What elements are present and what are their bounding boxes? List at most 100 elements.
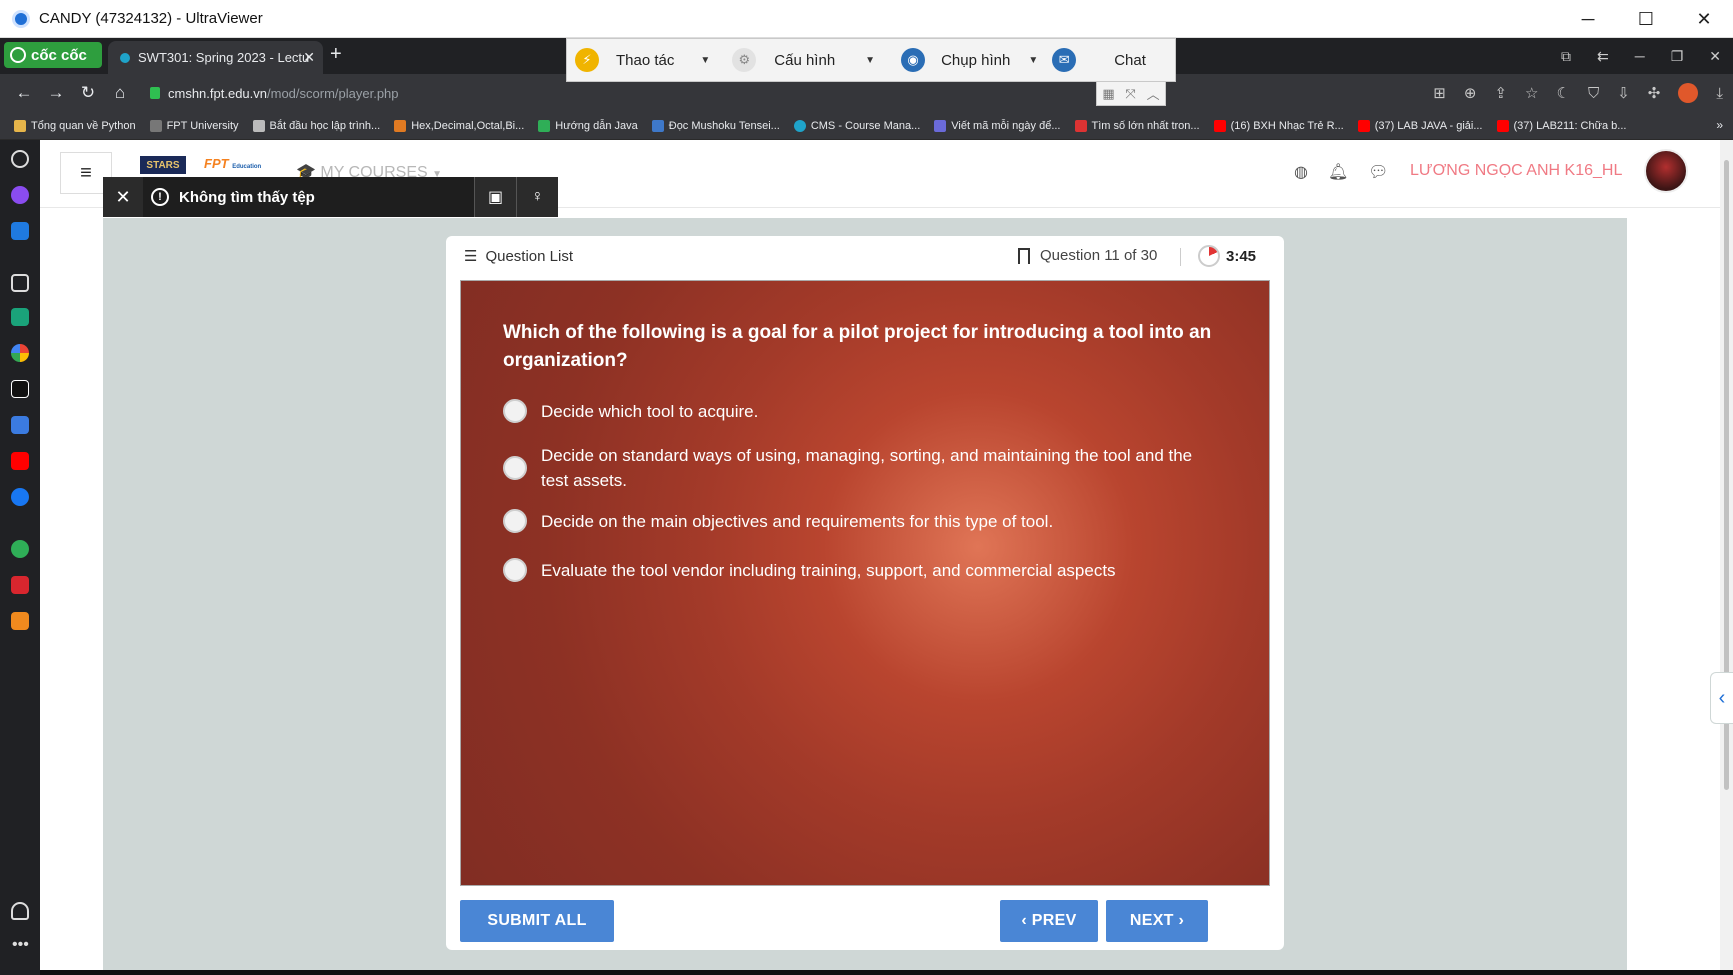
- uv-settings-menu[interactable]: ⚙ Cấu hình ▼: [732, 38, 875, 82]
- lightning-icon: ⚡: [575, 48, 599, 72]
- bookmark-item[interactable]: Tổng quan về Python: [14, 119, 136, 132]
- bookmark-label: Đọc Mushoku Tensei...: [668, 119, 780, 132]
- bell-icon[interactable]: [11, 902, 29, 920]
- lms-page: ≡ STARS FPT Education 🎓 MY COURSES ▼ ◍ 🔔…: [40, 140, 1720, 970]
- extensions-icon[interactable]: ✣: [1648, 84, 1661, 102]
- answer-option[interactable]: Evaluate the tool vendor including train…: [503, 558, 1223, 583]
- user-name[interactable]: LƯƠNG NGỌC ANH K16_HL: [1410, 162, 1622, 180]
- tab-close-icon[interactable]: ✕: [303, 49, 315, 66]
- uv-actions-menu[interactable]: ⚡ Thao tác ▼: [575, 38, 710, 82]
- answer-option[interactable]: Decide on the main objectives and requir…: [503, 509, 1223, 534]
- tiktok-icon[interactable]: [11, 380, 29, 398]
- share-icon[interactable]: ⇪: [1494, 84, 1507, 102]
- minimize-icon[interactable]: ─: [1559, 0, 1617, 38]
- uv-screenshot-menu[interactable]: ◉ Chụp hình ▼: [901, 38, 1038, 82]
- back-icon[interactable]: ←: [8, 83, 40, 103]
- bookmark-favicon: [793, 119, 806, 132]
- answer-option[interactable]: Decide on standard ways of using, managi…: [503, 443, 1223, 493]
- collapse-icon[interactable]: ︿: [1147, 84, 1160, 103]
- answer-radio[interactable]: [503, 558, 527, 582]
- add-panel-icon[interactable]: [11, 274, 29, 292]
- answer-radio[interactable]: [503, 456, 527, 480]
- answer-option[interactable]: Decide which tool to acquire.: [503, 399, 1223, 424]
- next-button[interactable]: NEXT ›: [1106, 900, 1208, 942]
- answer-radio[interactable]: [503, 509, 527, 533]
- side-panel-toggle[interactable]: ‹: [1710, 672, 1733, 724]
- bookmark-item[interactable]: Hex,Decimal,Octal,Bi...: [394, 119, 524, 132]
- maximize-icon[interactable]: ☐: [1617, 0, 1675, 38]
- chatgpt-icon[interactable]: [11, 308, 29, 326]
- bookmark-favicon: [651, 119, 664, 132]
- lightbulb-icon[interactable]: ♀: [516, 177, 558, 217]
- google-icon[interactable]: [11, 344, 29, 362]
- address-bar[interactable]: cmshn.fpt.edu.vn /mod/scorm/player.php: [150, 80, 1370, 106]
- coccoc-icon: [10, 47, 26, 63]
- bookmark-item[interactable]: Tìm số lớn nhất tron...: [1074, 119, 1200, 132]
- browser-restore-icon[interactable]: ❐: [1671, 48, 1684, 65]
- close-icon[interactable]: ✕: [1675, 0, 1733, 38]
- moon-icon[interactable]: ☾: [1556, 84, 1569, 102]
- bookmark-item[interactable]: FPT University: [149, 119, 239, 132]
- uv-actions-label: Thao tác: [616, 51, 675, 69]
- search-tabs-icon[interactable]: ⧉: [1561, 48, 1571, 65]
- reload-icon[interactable]: ↻: [72, 83, 104, 103]
- bookmark-item[interactable]: Bắt đầu học lập trình...: [252, 119, 380, 132]
- uv-chat-button[interactable]: ✉ Chat: [1052, 38, 1146, 82]
- star-icon[interactable]: ☆: [1525, 84, 1538, 102]
- profile-avatar[interactable]: [1678, 83, 1699, 103]
- coccoc-logo-button[interactable]: cốc cốc: [4, 42, 102, 68]
- fpt-logo-text: FPT: [204, 156, 229, 171]
- toast-actions: ▣ ♀: [474, 177, 558, 217]
- picture-in-picture-icon[interactable]: ▣: [474, 177, 516, 217]
- home-icon[interactable]: ⌂: [104, 83, 136, 103]
- bookmarks-overflow-icon[interactable]: »: [1716, 118, 1723, 132]
- shopping-icon[interactable]: [11, 612, 29, 630]
- bookmark-label: Tổng quan về Python: [31, 119, 136, 132]
- youtube-sidebar-icon[interactable]: [11, 452, 29, 470]
- user-avatar[interactable]: [1644, 149, 1688, 193]
- bookmark-item[interactable]: Đọc Mushoku Tensei...: [651, 119, 780, 132]
- bookmark-item[interactable]: CMS - Course Mana...: [793, 119, 920, 132]
- notification-bell-icon[interactable]: 🔔︎: [1328, 162, 1348, 182]
- submit-all-button[interactable]: SUBMIT ALL: [460, 900, 614, 942]
- translate-sidebar-icon[interactable]: [11, 416, 29, 434]
- history-icon[interactable]: [11, 150, 29, 168]
- bookmark-item[interactable]: (16) BXH Nhạc Trẻ R...: [1213, 119, 1344, 132]
- fpt-education-logo: FPT Education: [204, 156, 261, 171]
- globe-icon[interactable]: ◍: [1294, 162, 1308, 182]
- back-arrows-icon[interactable]: ⇇: [1597, 48, 1609, 65]
- browser-minimize-icon[interactable]: ─: [1635, 48, 1645, 64]
- zoom-icon[interactable]: ⊕: [1464, 84, 1477, 102]
- messenger-icon[interactable]: [11, 186, 29, 204]
- zalo-icon[interactable]: [11, 222, 29, 240]
- browser-close-icon[interactable]: ✕: [1709, 48, 1721, 65]
- prev-button[interactable]: ‹ PREV: [1000, 900, 1098, 942]
- new-tab-icon[interactable]: +: [330, 43, 342, 66]
- downloads-icon[interactable]: ⤓: [1716, 85, 1723, 102]
- bookmark-icon[interactable]: [1018, 247, 1030, 264]
- fullscreen-icon[interactable]: ⤧: [1125, 86, 1135, 102]
- question-list-button[interactable]: ☰ Question List: [464, 247, 573, 266]
- messages-icon[interactable]: 💬︎: [1368, 162, 1388, 182]
- bookmark-item[interactable]: (37) LAB211: Chữa b...: [1496, 119, 1626, 132]
- question-list-label: Question List: [485, 247, 573, 265]
- checklist-icon[interactable]: [11, 576, 29, 594]
- download-icon[interactable]: ⇩: [1617, 84, 1630, 102]
- shield-icon[interactable]: ⛉: [1588, 85, 1599, 102]
- bookmark-item[interactable]: Hướng dẫn Java: [538, 119, 638, 132]
- camera-icon: ◉: [901, 48, 926, 72]
- grid-icon[interactable]: ▦: [1102, 86, 1114, 102]
- translate-icon[interactable]: ⊞: [1433, 84, 1446, 102]
- page-scrollbar[interactable]: [1720, 140, 1733, 970]
- facebook-icon[interactable]: [11, 488, 29, 506]
- forward-icon[interactable]: →: [40, 83, 72, 103]
- globe-green-icon[interactable]: [11, 540, 29, 558]
- bookmark-item[interactable]: (37) LAB JAVA - giải...: [1357, 119, 1483, 132]
- bookmark-item[interactable]: Viết mã mỗi ngày để...: [934, 119, 1061, 132]
- answer-radio[interactable]: [503, 399, 527, 423]
- browser-tab-active[interactable]: SWT301: Spring 2023 - Lectu ✕: [108, 41, 323, 74]
- close-icon[interactable]: ✕: [103, 187, 143, 208]
- more-icon[interactable]: •••: [12, 936, 29, 954]
- ultraviewer-toolbar: ⚡ Thao tác ▼ ⚙ Cấu hình ▼ ◉ Chụp hình ▼ …: [566, 38, 1176, 82]
- bookmark-favicon: [252, 119, 265, 132]
